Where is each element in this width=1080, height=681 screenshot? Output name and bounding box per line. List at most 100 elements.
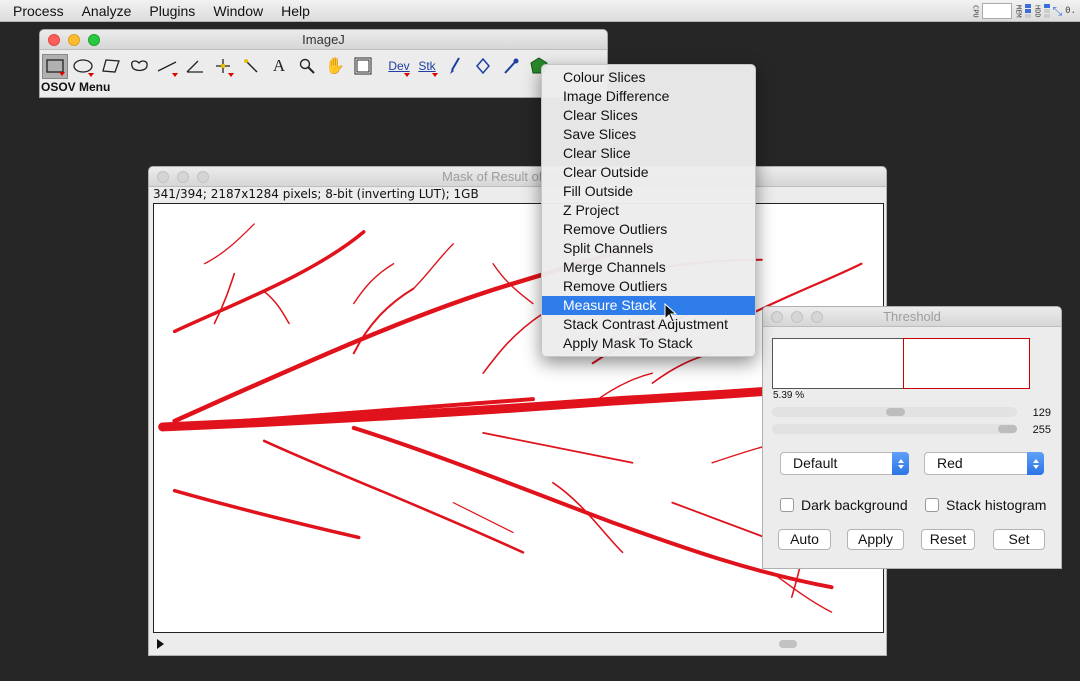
network-label: 0.: [1065, 6, 1076, 16]
slice-scroll-track[interactable]: [174, 640, 880, 648]
minimize-icon[interactable]: [68, 34, 80, 46]
angle-tool-icon[interactable]: [182, 54, 208, 79]
menu-help[interactable]: Help: [272, 0, 319, 22]
text-tool-icon[interactable]: A: [266, 54, 292, 79]
magnifier-tool-icon[interactable]: [294, 54, 320, 79]
network-arrows-icon: ⤡: [1052, 3, 1063, 18]
menu-item-fill-outside[interactable]: Fill Outside: [542, 182, 755, 201]
menu-plugins[interactable]: Plugins: [140, 0, 204, 22]
image-window-titlebar: Mask of Result of Substac: [149, 167, 886, 187]
threshold-histogram: [772, 338, 1030, 389]
reset-button[interactable]: Reset: [921, 529, 975, 550]
oval-tool-icon[interactable]: [70, 54, 96, 79]
dark-background-label: Dark background: [801, 497, 908, 513]
mouse-pointer-icon: [664, 303, 678, 323]
menu-item-split-channels[interactable]: Split Channels: [542, 239, 755, 258]
threshold-method-value: Default: [793, 455, 838, 471]
dev-label: Dev: [388, 59, 410, 73]
stk-menu-icon[interactable]: Stk: [414, 54, 440, 79]
stack-histogram-checkbox[interactable]: Stack histogram: [925, 497, 1046, 513]
threshold-titlebar: Threshold: [763, 307, 1061, 327]
cpu-meter-icon: [981, 3, 1012, 19]
threshold-display-value: Red: [937, 455, 963, 471]
wand-tool-icon[interactable]: [238, 54, 264, 79]
menu-item-z-project[interactable]: Z Project: [542, 201, 755, 220]
menu-item-colour-slices[interactable]: Colour Slices: [542, 68, 755, 87]
chevron-updown-icon: [892, 452, 909, 475]
upper-threshold-slider[interactable]: [772, 424, 1017, 434]
hand-tool-icon[interactable]: ✋: [322, 54, 348, 79]
menu-item-measure-stack[interactable]: Measure Stack: [542, 296, 755, 315]
chevron-updown-icon: [1027, 452, 1044, 475]
threshold-percent: 5.39 %: [773, 390, 805, 401]
play-icon[interactable]: [157, 639, 164, 649]
minimize-icon[interactable]: [177, 171, 189, 183]
menu-process[interactable]: Process: [0, 0, 73, 22]
set-button[interactable]: Set: [993, 529, 1045, 550]
memory-meter-icon: [1024, 4, 1031, 18]
upper-threshold-value: 255: [1032, 424, 1051, 436]
toolbar-status-text: OSOV Menu: [41, 80, 111, 94]
imagej-title: ImageJ: [302, 32, 345, 47]
threshold-display-select[interactable]: Red: [924, 452, 1044, 475]
menu-item-remove-outliers-2[interactable]: Remove Outliers: [542, 277, 755, 296]
checkbox-box[interactable]: [925, 498, 939, 512]
menu-bar: Process Analyze Plugins Window Help CPU …: [0, 0, 1080, 22]
threshold-title: Threshold: [883, 309, 941, 324]
zoom-icon[interactable]: [811, 311, 823, 323]
upper-threshold-thumb[interactable]: [998, 425, 1017, 433]
close-icon[interactable]: [771, 311, 783, 323]
auto-button[interactable]: Auto: [778, 529, 831, 550]
close-icon[interactable]: [157, 171, 169, 183]
hdd-label: HDD: [1033, 4, 1042, 18]
imagej-toolbar-window: ImageJ A ✋ Dev Stk OSOV Menu: [39, 29, 608, 98]
menu-item-clear-slice[interactable]: Clear Slice: [542, 144, 755, 163]
brush-tool-icon[interactable]: [442, 54, 468, 79]
threshold-method-select[interactable]: Default: [780, 452, 909, 475]
lower-threshold-thumb[interactable]: [886, 408, 905, 416]
threshold-dialog: Threshold 5.39 % 129 255 Default Red Dar…: [762, 306, 1062, 569]
menu-item-apply-mask-to-stack[interactable]: Apply Mask To Stack: [542, 334, 755, 353]
window-controls: [48, 34, 100, 46]
mem-label: MEM: [1014, 4, 1023, 18]
menu-analyze[interactable]: Analyze: [73, 0, 141, 22]
stack-slice-scrollbar[interactable]: [153, 637, 884, 651]
line-tool-icon[interactable]: [154, 54, 180, 79]
tool-row: A ✋ Dev Stk: [40, 50, 607, 79]
system-monitor: CPU MEM HDD ⤡ 0.: [972, 0, 1080, 22]
lower-threshold-slider[interactable]: [772, 407, 1017, 417]
rectangle-tool-icon[interactable]: [42, 53, 68, 79]
checkbox-box[interactable]: [780, 498, 794, 512]
menu-item-remove-outliers[interactable]: Remove Outliers: [542, 220, 755, 239]
threshold-range-highlight: [903, 338, 1030, 389]
pipette-tool-icon[interactable]: [498, 54, 524, 79]
dev-menu-icon[interactable]: Dev: [386, 54, 412, 79]
freehand-tool-icon[interactable]: [126, 54, 152, 79]
apply-button[interactable]: Apply: [847, 529, 904, 550]
slice-scroll-thumb[interactable]: [779, 640, 797, 648]
window-controls: [771, 311, 823, 323]
menu-item-save-slices[interactable]: Save Slices: [542, 125, 755, 144]
dark-background-checkbox[interactable]: Dark background: [780, 497, 908, 513]
menu-item-image-difference[interactable]: Image Difference: [542, 87, 755, 106]
close-icon[interactable]: [48, 34, 60, 46]
osov-dropdown-menu: Colour Slices Image Difference Clear Sli…: [541, 64, 756, 357]
lower-threshold-value: 129: [1032, 407, 1051, 419]
window-controls: [157, 171, 209, 183]
stack-histogram-label: Stack histogram: [946, 497, 1047, 513]
polygon-tool-icon[interactable]: [98, 54, 124, 79]
zoom-icon[interactable]: [88, 34, 100, 46]
point-tool-icon[interactable]: [210, 54, 236, 79]
minimize-icon[interactable]: [791, 311, 803, 323]
menu-item-clear-slices[interactable]: Clear Slices: [542, 106, 755, 125]
menu-item-stack-contrast-adjustment[interactable]: Stack Contrast Adjustment: [542, 315, 755, 334]
flood-fill-tool-icon[interactable]: [470, 54, 496, 79]
stk-label: Stk: [418, 59, 436, 73]
zoom-icon[interactable]: [197, 171, 209, 183]
cpu-label: CPU: [971, 4, 980, 18]
color-picker-tool-icon[interactable]: [350, 54, 376, 79]
menu-item-clear-outside[interactable]: Clear Outside: [542, 163, 755, 182]
menu-window[interactable]: Window: [204, 0, 272, 22]
disk-meter-icon: [1043, 4, 1050, 18]
menu-item-merge-channels[interactable]: Merge Channels: [542, 258, 755, 277]
